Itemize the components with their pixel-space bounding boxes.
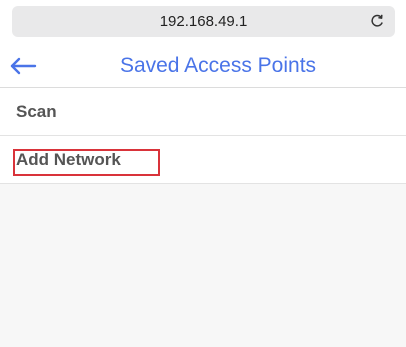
url-text: 192.168.49.1 (159, 13, 248, 30)
add-network-menu-item[interactable]: Add Network (0, 136, 406, 184)
add-network-menu-label: Add Network (16, 150, 121, 169)
address-bar[interactable]: 192.168.49.1 (12, 6, 395, 37)
page-title: Saved Access Points (119, 54, 317, 77)
scan-menu-label: Scan (16, 102, 57, 121)
scan-menu-item[interactable]: Scan (0, 88, 406, 136)
reload-icon[interactable] (369, 13, 385, 29)
browser-address-area: 192.168.49.1 (0, 0, 406, 44)
app-header: Saved Access Points (0, 44, 406, 88)
menu-list: Scan Add Network (0, 88, 406, 347)
